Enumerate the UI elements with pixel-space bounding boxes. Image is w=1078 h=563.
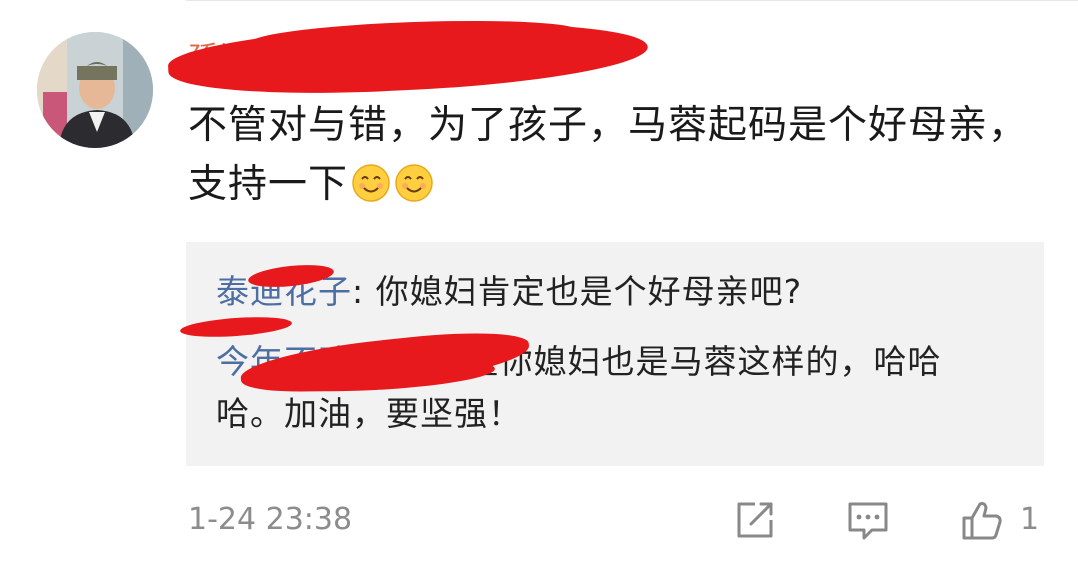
- comment-body: 不管对与错，为了孩子，马蓉起码是个好母亲，支持一下: [188, 103, 1029, 207]
- timestamp: 1-24 23:38: [188, 502, 353, 537]
- like-count: 1: [1020, 502, 1040, 537]
- share-icon[interactable]: [733, 498, 777, 542]
- avatar[interactable]: [37, 32, 153, 148]
- reply-icon[interactable]: [846, 498, 890, 542]
- reply-text: 你媳妇肯定也是个好母亲吧?: [375, 272, 803, 311]
- smile-emoji-icon: [352, 164, 390, 202]
- like-icon[interactable]: [960, 498, 1004, 542]
- comment-text: 不管对与错，为了孩子，马蓉起码是个好母亲，支持一下: [188, 96, 1048, 214]
- divider: [186, 0, 1078, 1]
- smile-emoji-icon: [395, 164, 433, 202]
- avatar-image: [37, 32, 153, 148]
- reply-item[interactable]: 泰迪花子: 你媳妇肯定也是个好母亲吧?: [216, 266, 1016, 318]
- comment-footer: 1-24 23:38 1: [0, 496, 1078, 546]
- comment-item: 孫澀 V 不管对与错，为了孩子，马蓉起码是个好母亲，支持一下 泰迪花子: 你媳妇…: [0, 0, 1078, 563]
- reply-separator: :: [352, 272, 376, 311]
